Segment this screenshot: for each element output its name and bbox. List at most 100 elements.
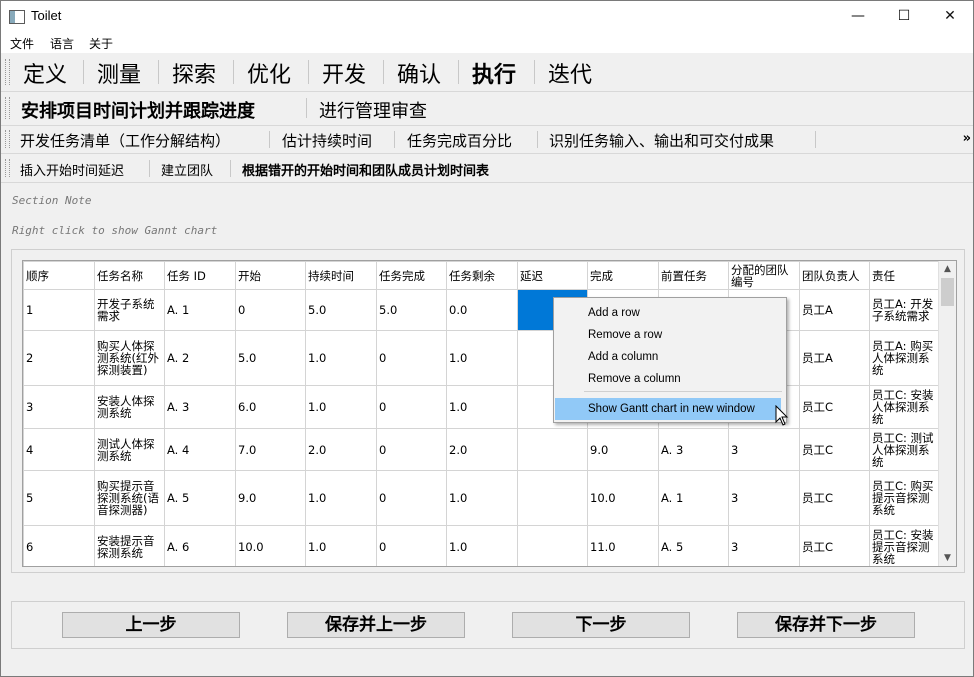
task-tab-percent[interactable]: 任务完成百分比	[407, 130, 512, 151]
table-cell[interactable]: 1.0	[446, 330, 518, 386]
column-header[interactable]: 前置任务	[658, 261, 729, 290]
menu-about[interactable]: 关于	[89, 35, 113, 52]
close-button[interactable]: ✕	[927, 1, 973, 31]
table-cell[interactable]: 10.0	[235, 525, 306, 566]
task-tab-io[interactable]: 识别任务输入、输出和可交付成果	[549, 130, 774, 151]
table-cell[interactable]: A. 3	[658, 428, 729, 471]
save-next-button[interactable]: 保存并下一步	[737, 612, 915, 638]
column-header[interactable]: 团队负责人	[799, 261, 870, 290]
table-cell[interactable]: 5.0	[376, 289, 447, 331]
table-cell[interactable]: 5.0	[305, 289, 377, 331]
subtask-tab-team[interactable]: 建立团队	[161, 160, 213, 179]
table-cell[interactable]: 0	[376, 470, 447, 526]
table-cell[interactable]: 1.0	[305, 330, 377, 386]
menu-add-column[interactable]: Add a column	[555, 346, 781, 368]
table-cell[interactable]: A. 2	[164, 330, 236, 386]
table-cell[interactable]	[517, 428, 588, 471]
phase-tab-confirm[interactable]: 确认	[397, 57, 441, 89]
column-header[interactable]: 任务剩余	[446, 261, 518, 290]
table-cell[interactable]: 2.0	[446, 428, 518, 471]
toolbar-grip[interactable]	[5, 159, 10, 177]
table-cell[interactable]: 9.0	[587, 428, 659, 471]
menu-remove-row[interactable]: Remove a row	[555, 324, 781, 346]
step-tab-review[interactable]: 进行管理审查	[319, 97, 427, 123]
table-cell[interactable]: 3	[23, 385, 95, 429]
menu-show-gantt[interactable]: Show Gantt chart in new window	[555, 398, 781, 420]
table-cell[interactable]: 1	[23, 289, 95, 331]
table-cell[interactable]: 0.0	[446, 289, 518, 331]
phase-tab-execute[interactable]: 执行	[472, 57, 516, 89]
subtask-tab-timetable[interactable]: 根据错开的开始时间和团队成员计划时间表	[242, 160, 489, 179]
prev-button[interactable]: 上一步	[62, 612, 240, 638]
subtask-tab-delay[interactable]: 插入开始时间延迟	[20, 160, 124, 179]
table-cell[interactable]: 7.0	[235, 428, 306, 471]
column-header[interactable]: 任务名称	[94, 261, 165, 290]
table-cell[interactable]: 4	[23, 428, 95, 471]
schedule-grid[interactable]: 顺序 任务名称 任务 ID 开始 持续时间 任务完成 任务剩余 延迟 完成 前置任务 分配的团队编号…	[23, 261, 940, 566]
phase-tab-measure[interactable]: 测量	[97, 57, 141, 89]
table-cell[interactable]: 11.0	[587, 525, 659, 566]
table-cell[interactable]: 9.0	[235, 470, 306, 526]
column-header[interactable]: 责任	[869, 261, 940, 290]
table-cell[interactable]: 3	[728, 428, 800, 471]
table-row[interactable]: 2 购买人体探测系统(红外探测装置) A. 2 5.0 1.0 0 1.0 员工A 员工A: 购…	[23, 330, 940, 386]
toolbar-grip[interactable]	[5, 130, 10, 148]
task-tab-duration[interactable]: 估计持续时间	[282, 130, 372, 151]
menu-remove-column[interactable]: Remove a column	[555, 368, 781, 390]
table-cell[interactable]: 购买人体探测系统(红外探测装置)	[94, 330, 165, 386]
table-cell[interactable]: A. 5	[658, 525, 729, 566]
table-cell[interactable]: 员工C	[799, 385, 870, 429]
column-header[interactable]: 分配的团队编号	[728, 261, 800, 290]
table-cell[interactable]	[517, 470, 588, 526]
column-header[interactable]: 完成	[587, 261, 659, 290]
table-cell[interactable]: 员工C: 购买提示音探测系统	[869, 470, 940, 526]
column-header[interactable]: 开始	[235, 261, 306, 290]
column-header[interactable]: 顺序	[23, 261, 95, 290]
table-cell[interactable]: 1.0	[446, 385, 518, 429]
toolbar-grip[interactable]	[5, 97, 10, 119]
menu-add-row[interactable]: Add a row	[555, 302, 781, 324]
table-cell[interactable]: 员工A	[799, 330, 870, 386]
table-cell[interactable]: 员工A: 购买人体探测系统	[869, 330, 940, 386]
column-header[interactable]: 持续时间	[305, 261, 377, 290]
menu-file[interactable]: 文件	[10, 35, 34, 52]
table-cell[interactable]: 开发子系统需求	[94, 289, 165, 331]
table-cell[interactable]: 1.0	[305, 385, 377, 429]
table-cell[interactable]: 2	[23, 330, 95, 386]
table-cell[interactable]: A. 6	[164, 525, 236, 566]
minimize-button[interactable]: —	[835, 1, 881, 31]
task-tab-wbs[interactable]: 开发任务清单（工作分解结构）	[20, 130, 230, 151]
table-cell[interactable]: 0	[376, 525, 447, 566]
table-cell[interactable]: 安装人体探测系统	[94, 385, 165, 429]
table-cell[interactable]: A. 3	[164, 385, 236, 429]
table-row[interactable]: 5 购买提示音探测系统(语音探测器) A. 5 9.0 1.0 0 1.0 10.0 A. 13…	[23, 470, 940, 526]
table-cell[interactable]: 3	[728, 525, 800, 566]
table-cell[interactable]: 3	[728, 470, 800, 526]
vertical-scrollbar[interactable]: ▲ ▼	[938, 261, 956, 566]
table-cell[interactable]: 5	[23, 470, 95, 526]
column-header[interactable]: 延迟	[517, 261, 588, 290]
phase-tab-define[interactable]: 定义	[23, 57, 67, 89]
table-cell[interactable]: 1.0	[446, 525, 518, 566]
maximize-button[interactable]: ☐	[881, 1, 927, 31]
scroll-thumb[interactable]	[941, 278, 954, 306]
table-cell[interactable]: 5.0	[235, 330, 306, 386]
table-cell[interactable]: 员工C	[799, 525, 870, 566]
table-cell[interactable]	[517, 525, 588, 566]
table-cell[interactable]: A. 4	[164, 428, 236, 471]
table-cell[interactable]: 0	[376, 330, 447, 386]
toolbar-overflow-icon[interactable]: »	[963, 131, 971, 146]
table-cell[interactable]: 2.0	[305, 428, 377, 471]
column-header[interactable]: 任务 ID	[164, 261, 236, 290]
table-cell[interactable]: 1.0	[305, 525, 377, 566]
table-cell[interactable]: 员工A: 开发子系统需求	[869, 289, 940, 331]
phase-tab-iterate[interactable]: 迭代	[548, 57, 592, 89]
scroll-down-icon[interactable]: ▼	[939, 550, 956, 566]
schedule-table[interactable]: 顺序 任务名称 任务 ID 开始 持续时间 任务完成 任务剩余 延迟 完成 前置任务 分配的团队编号…	[22, 260, 957, 567]
table-cell[interactable]: 员工C	[799, 470, 870, 526]
table-cell[interactable]: 员工A	[799, 289, 870, 331]
table-cell[interactable]: 1.0	[305, 470, 377, 526]
table-cell[interactable]: 购买提示音探测系统(语音探测器)	[94, 470, 165, 526]
save-prev-button[interactable]: 保存并上一步	[287, 612, 465, 638]
table-cell[interactable]: 员工C: 安装提示音探测系统	[869, 525, 940, 566]
